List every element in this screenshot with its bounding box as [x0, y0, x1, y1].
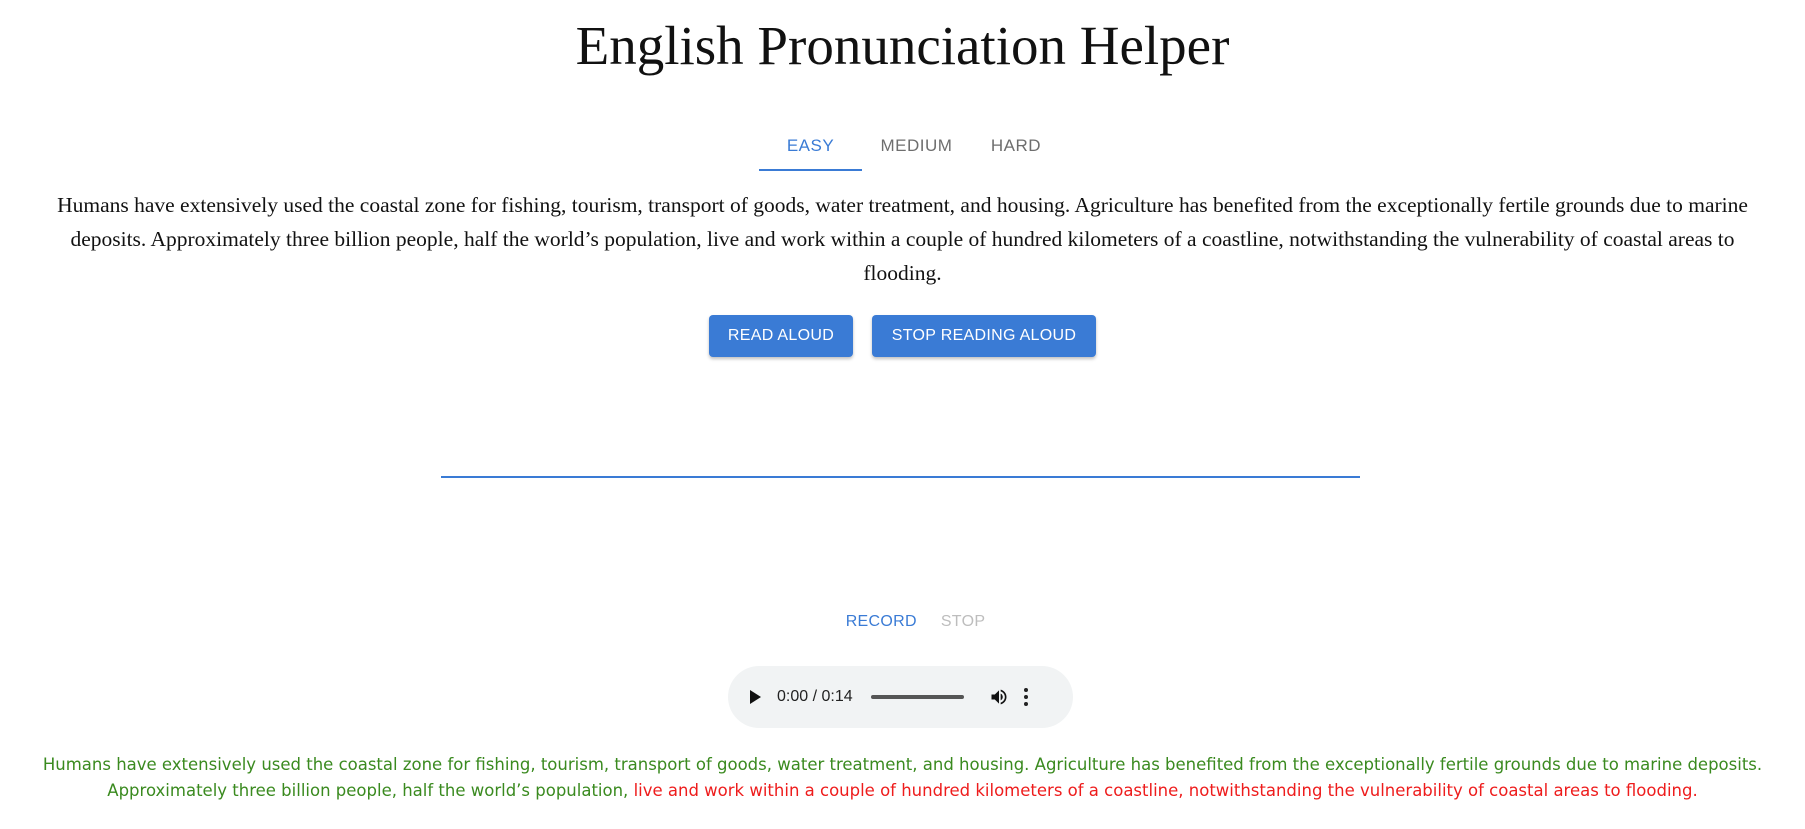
transcript-input-underline[interactable] — [441, 476, 1360, 478]
tab-medium[interactable]: MEDIUM — [862, 121, 971, 171]
recording-controls: RECORD STOP — [0, 613, 1805, 631]
tab-list: EASY MEDIUM HARD — [759, 121, 1061, 171]
tab-hard[interactable]: HARD — [971, 121, 1061, 171]
audio-player: 0:00 / 0:14 — [728, 666, 1073, 728]
incorrect-words: live and work within a couple of hundred… — [633, 781, 1698, 800]
read-aloud-button[interactable]: READ ALOUD — [709, 315, 853, 357]
volume-icon[interactable] — [988, 687, 1010, 707]
stop-reading-button[interactable]: STOP READING ALOUD — [872, 315, 1096, 357]
play-icon[interactable] — [750, 690, 761, 704]
page-title: English Pronunciation Helper — [575, 15, 1230, 76]
read-controls: READ ALOUD STOP READING ALOUD — [0, 315, 1805, 357]
tab-easy[interactable]: EASY — [759, 121, 862, 171]
record-button[interactable]: RECORD — [820, 613, 917, 631]
reading-passage: Humans have extensively used the coastal… — [57, 193, 1748, 285]
audio-time: 0:00 / 0:14 — [777, 688, 853, 705]
pronunciation-result: Humans have extensively used the coastal… — [40, 752, 1765, 804]
stop-record-button: STOP — [940, 613, 986, 630]
more-options-icon[interactable] — [1023, 688, 1028, 706]
seek-slider[interactable] — [870, 695, 964, 699]
difficulty-tabs: EASY MEDIUM HARD — [0, 121, 1805, 171]
